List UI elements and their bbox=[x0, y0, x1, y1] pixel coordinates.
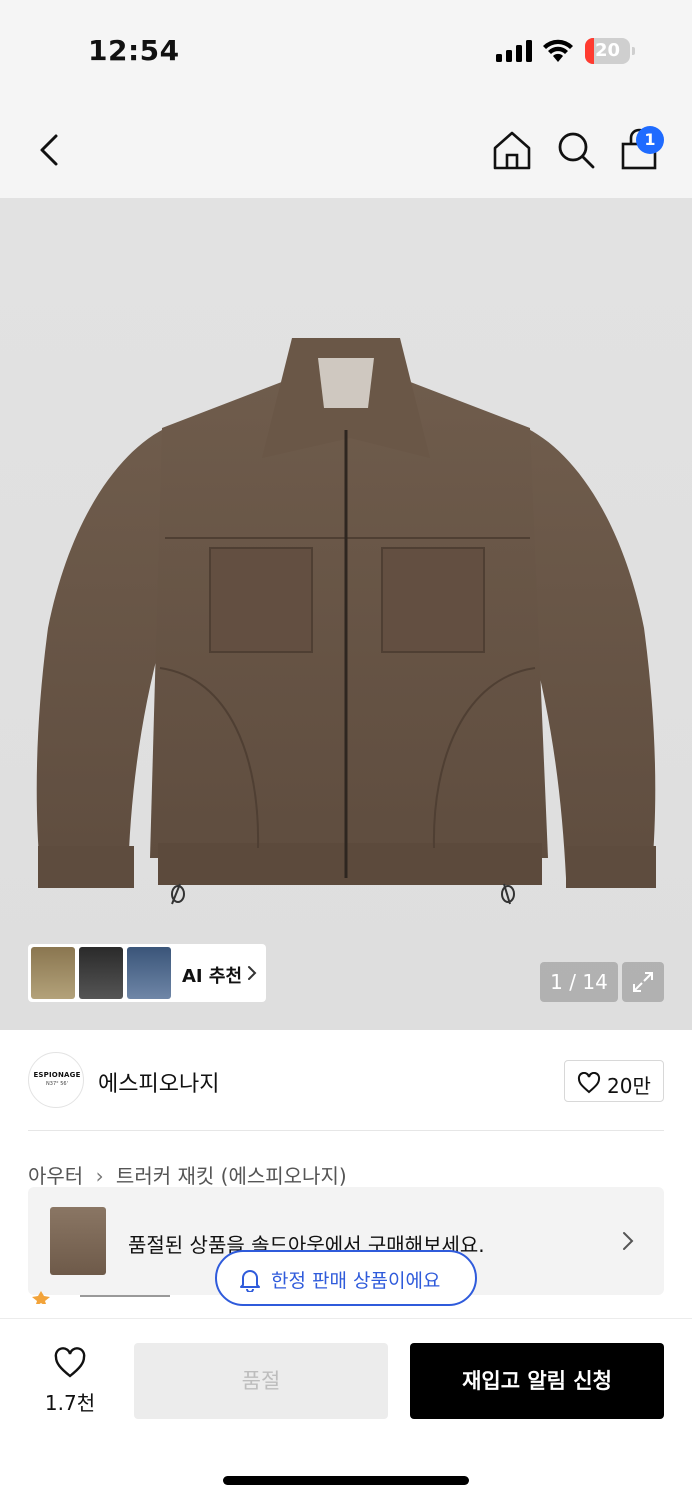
chevron-right-icon bbox=[248, 966, 257, 980]
back-chevron-icon[interactable] bbox=[30, 128, 70, 172]
fullscreen-button[interactable] bbox=[622, 962, 664, 1002]
breadcrumb-separator-icon: › bbox=[95, 1164, 104, 1188]
limited-sale-badge: 한정 판매 상품이에요 bbox=[215, 1250, 477, 1306]
brand-row: ESPIONAGE N37° 56' 에스피오나지 20만 bbox=[0, 1030, 692, 1130]
brand-logo[interactable]: ESPIONAGE N37° 56' bbox=[28, 1052, 84, 1108]
limited-sale-text: 한정 판매 상품이에요 bbox=[271, 1270, 441, 1292]
cellular-signal-icon bbox=[496, 40, 532, 62]
rating-row-peek bbox=[32, 1290, 172, 1304]
home-icon[interactable] bbox=[490, 128, 534, 172]
cart-count-badge: 1 bbox=[636, 126, 664, 154]
star-icon bbox=[32, 1291, 170, 1304]
recommend-thumbnail bbox=[31, 947, 75, 999]
battery-percentage: 20 bbox=[594, 40, 621, 61]
wifi-icon bbox=[543, 39, 573, 62]
image-counter: 1 / 14 bbox=[540, 962, 618, 1002]
status-time: 12:54 bbox=[88, 34, 180, 67]
expand-icon bbox=[633, 972, 653, 992]
soldout-button: 품절 bbox=[134, 1343, 388, 1419]
brand-logo-subtext: N37° 56' bbox=[46, 1081, 68, 1087]
divider bbox=[28, 1130, 664, 1131]
heart-icon bbox=[577, 1072, 601, 1094]
brand-name[interactable]: 에스피오나지 bbox=[98, 1066, 219, 1098]
ai-recommend-label: AI 추천 bbox=[182, 966, 243, 987]
breadcrumb-category[interactable]: 아우터 bbox=[28, 1164, 83, 1188]
breadcrumb-product: 트러커 재킷 (에스피오나지) bbox=[115, 1164, 347, 1188]
status-bar: 12:54 20 bbox=[0, 0, 692, 100]
product-image bbox=[36, 338, 656, 905]
heart-icon bbox=[54, 1347, 86, 1378]
battery-icon: 20 bbox=[585, 38, 635, 64]
restock-notify-button[interactable]: 재입고 알림 신청 bbox=[410, 1343, 664, 1419]
wishlist-count: 1.7천 bbox=[44, 1391, 96, 1415]
top-navigation: 1 bbox=[0, 100, 692, 198]
ai-recommend-card[interactable]: AI 추천 bbox=[28, 944, 266, 1002]
chevron-right-icon bbox=[623, 1232, 634, 1250]
product-image-gallery[interactable]: AI 추천 1 / 14 bbox=[0, 198, 692, 1030]
brand-logo-text: ESPIONAGE bbox=[33, 1071, 81, 1079]
recommend-thumbnail bbox=[79, 947, 123, 999]
breadcrumb: 아우터 › 트러커 재킷 (에스피오나지) bbox=[28, 1160, 347, 1189]
bell-icon bbox=[240, 1270, 260, 1292]
bottom-action-bar: 1.7천 품절 재입고 알림 신청 bbox=[0, 1318, 692, 1500]
home-indicator bbox=[223, 1476, 469, 1485]
search-icon[interactable] bbox=[554, 128, 598, 172]
recommend-thumbnail bbox=[127, 947, 171, 999]
brand-like-button[interactable]: 20만 bbox=[564, 1060, 664, 1102]
soldout-product-thumbnail bbox=[50, 1207, 106, 1275]
wishlist-button[interactable]: 1.7천 bbox=[40, 1347, 100, 1417]
brand-like-count: 20만 bbox=[607, 1074, 651, 1098]
